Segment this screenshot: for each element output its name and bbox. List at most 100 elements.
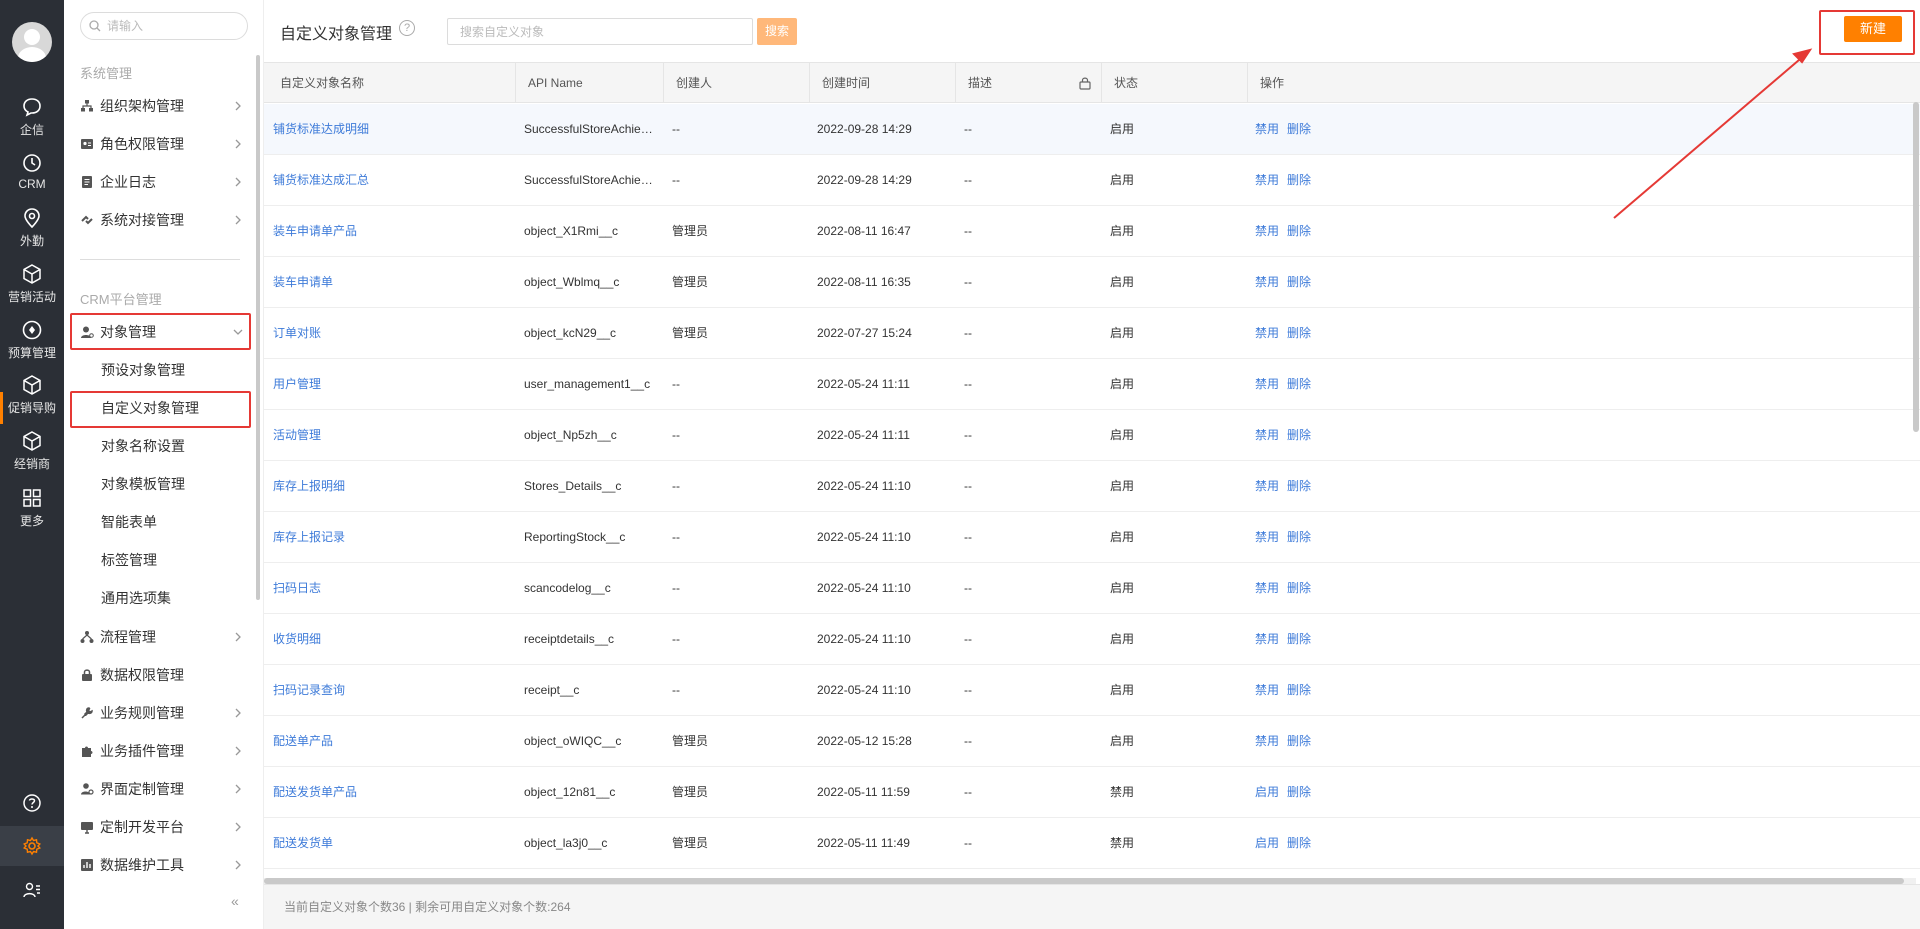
toggle-status-link[interactable]: 禁用: [1255, 716, 1279, 767]
delete-link[interactable]: 删除: [1287, 512, 1311, 563]
delete-link[interactable]: 删除: [1287, 155, 1311, 206]
toggle-status-link[interactable]: 禁用: [1255, 410, 1279, 461]
cube-icon: [23, 431, 41, 451]
help-circle-icon[interactable]: ?: [399, 20, 415, 36]
object-search-input[interactable]: [460, 24, 740, 40]
nav-item-flow[interactable]: 流程管理: [80, 623, 248, 651]
rail-item-promotion[interactable]: 促销导购: [0, 374, 64, 416]
cell-name[interactable]: 扫码记录查询: [273, 665, 503, 716]
col-desc[interactable]: 描述: [956, 63, 1102, 103]
toggle-status-link[interactable]: 禁用: [1255, 359, 1279, 410]
cell-name[interactable]: 铺货标准达成汇总: [273, 155, 503, 206]
cell-desc: --: [964, 275, 972, 289]
avatar[interactable]: [12, 22, 52, 62]
delete-link[interactable]: 删除: [1287, 665, 1311, 716]
delete-link[interactable]: 删除: [1287, 410, 1311, 461]
toggle-status-link[interactable]: 禁用: [1255, 155, 1279, 206]
nav-search[interactable]: [80, 12, 248, 40]
toggle-status-link[interactable]: 禁用: [1255, 563, 1279, 614]
delete-link[interactable]: 删除: [1287, 614, 1311, 665]
cell-name[interactable]: 配送发货单产品: [273, 767, 503, 818]
nav-item-data-permission[interactable]: 数据权限管理: [80, 661, 248, 689]
nav-sub-template[interactable]: 对象模板管理: [101, 470, 251, 498]
rail-item-qixin[interactable]: 企信: [0, 96, 64, 138]
delete-link[interactable]: 删除: [1287, 257, 1311, 308]
delete-link[interactable]: 删除: [1287, 563, 1311, 614]
chevron-right-icon: [235, 708, 241, 718]
table-vertical-scrollbar[interactable]: [1913, 102, 1919, 432]
cell-name[interactable]: 扫码日志: [273, 563, 503, 614]
collapse-nav-button[interactable]: «: [231, 893, 239, 909]
rail-item-marketing[interactable]: 营销活动: [0, 263, 64, 305]
col-time[interactable]: 创建时间: [810, 63, 956, 103]
col-status[interactable]: 状态: [1102, 63, 1248, 103]
cell-name[interactable]: 订单对账: [273, 308, 503, 359]
cell-name[interactable]: 装车申请单产品: [273, 206, 503, 257]
cell-name[interactable]: 装车申请单: [273, 257, 503, 308]
nav-item-integration[interactable]: 系统对接管理: [80, 206, 248, 234]
delete-link[interactable]: 删除: [1287, 308, 1311, 359]
toggle-status-link[interactable]: 禁用: [1255, 104, 1279, 155]
delete-link[interactable]: 删除: [1287, 716, 1311, 767]
toggle-status-link[interactable]: 启用: [1255, 818, 1279, 869]
cell-name[interactable]: 铺货标准达成明细: [273, 104, 503, 155]
col-name[interactable]: 自定义对象名称: [264, 63, 516, 103]
nav-search-input[interactable]: [107, 17, 237, 35]
rail-item-dealer[interactable]: 经销商: [0, 430, 64, 472]
nav-sub-smart-form[interactable]: 智能表单: [101, 508, 251, 536]
help-button[interactable]: [0, 783, 64, 823]
nav-item-org[interactable]: 组织架构管理: [80, 92, 248, 120]
nav-item-log[interactable]: 企业日志: [80, 168, 248, 196]
toggle-status-link[interactable]: 启用: [1255, 767, 1279, 818]
nav-sub-tags[interactable]: 标签管理: [101, 546, 251, 574]
cell-creator: 管理员: [672, 326, 709, 340]
cell-name[interactable]: 收货明细: [273, 614, 503, 665]
cell-name[interactable]: 库存上报记录: [273, 512, 503, 563]
delete-link[interactable]: 删除: [1287, 818, 1311, 869]
nav-item-role[interactable]: 角色权限管理: [80, 130, 248, 158]
delete-link[interactable]: 删除: [1287, 359, 1311, 410]
toggle-status-link[interactable]: 禁用: [1255, 257, 1279, 308]
search-button[interactable]: 搜索: [757, 18, 797, 45]
nav-item-business-rules[interactable]: 业务规则管理: [80, 699, 248, 727]
cell-api: receipt__c: [524, 683, 580, 697]
rail-item-more[interactable]: 更多: [0, 487, 64, 529]
toggle-status-link[interactable]: 禁用: [1255, 512, 1279, 563]
cell-name[interactable]: 配送单产品: [273, 716, 503, 767]
cell-time: 2022-05-24 11:10: [817, 683, 911, 697]
cell-name[interactable]: 活动管理: [273, 410, 503, 461]
toggle-status-link[interactable]: 禁用: [1255, 665, 1279, 716]
nav-sub-name-settings[interactable]: 对象名称设置: [101, 432, 251, 460]
rail-item-budget[interactable]: 预算管理: [0, 319, 64, 361]
settings-button[interactable]: [0, 826, 64, 866]
nav-item-data-tools[interactable]: 数据维护工具: [80, 851, 248, 879]
rail-label: 经销商: [13, 457, 50, 471]
cell-name[interactable]: 库存上报明细: [273, 461, 503, 512]
nav-item-plugins[interactable]: 业务插件管理: [80, 737, 248, 765]
cell-name[interactable]: 用户管理: [273, 359, 503, 410]
nav-sub-preset[interactable]: 预设对象管理: [101, 356, 251, 384]
nav-scrollbar[interactable]: [256, 55, 260, 600]
toggle-status-link[interactable]: 禁用: [1255, 461, 1279, 512]
nav-item-ui-custom[interactable]: 界面定制管理: [80, 775, 248, 803]
rail-item-crm[interactable]: CRM: [0, 152, 64, 191]
nav-sub-option-sets[interactable]: 通用选项集: [101, 584, 251, 612]
rail-label: 预算管理: [7, 346, 56, 360]
lock-icon[interactable]: [1079, 76, 1091, 90]
toggle-status-link[interactable]: 禁用: [1255, 614, 1279, 665]
active-indicator: [0, 392, 3, 424]
delete-link[interactable]: 删除: [1287, 104, 1311, 155]
rail-item-field[interactable]: 外勤: [0, 207, 64, 249]
user-list-button[interactable]: [0, 870, 64, 910]
delete-link[interactable]: 删除: [1287, 206, 1311, 257]
toggle-status-link[interactable]: 禁用: [1255, 206, 1279, 257]
col-creator[interactable]: 创建人: [664, 63, 810, 103]
rail-label: 促销导购: [7, 401, 56, 415]
cell-name[interactable]: 配送发货单: [273, 818, 503, 869]
nav-item-dev-platform[interactable]: 定制开发平台: [80, 813, 248, 841]
col-api[interactable]: API Name: [516, 63, 664, 103]
delete-link[interactable]: 删除: [1287, 767, 1311, 818]
toggle-status-link[interactable]: 禁用: [1255, 308, 1279, 359]
delete-link[interactable]: 删除: [1287, 461, 1311, 512]
object-search[interactable]: [447, 18, 753, 45]
